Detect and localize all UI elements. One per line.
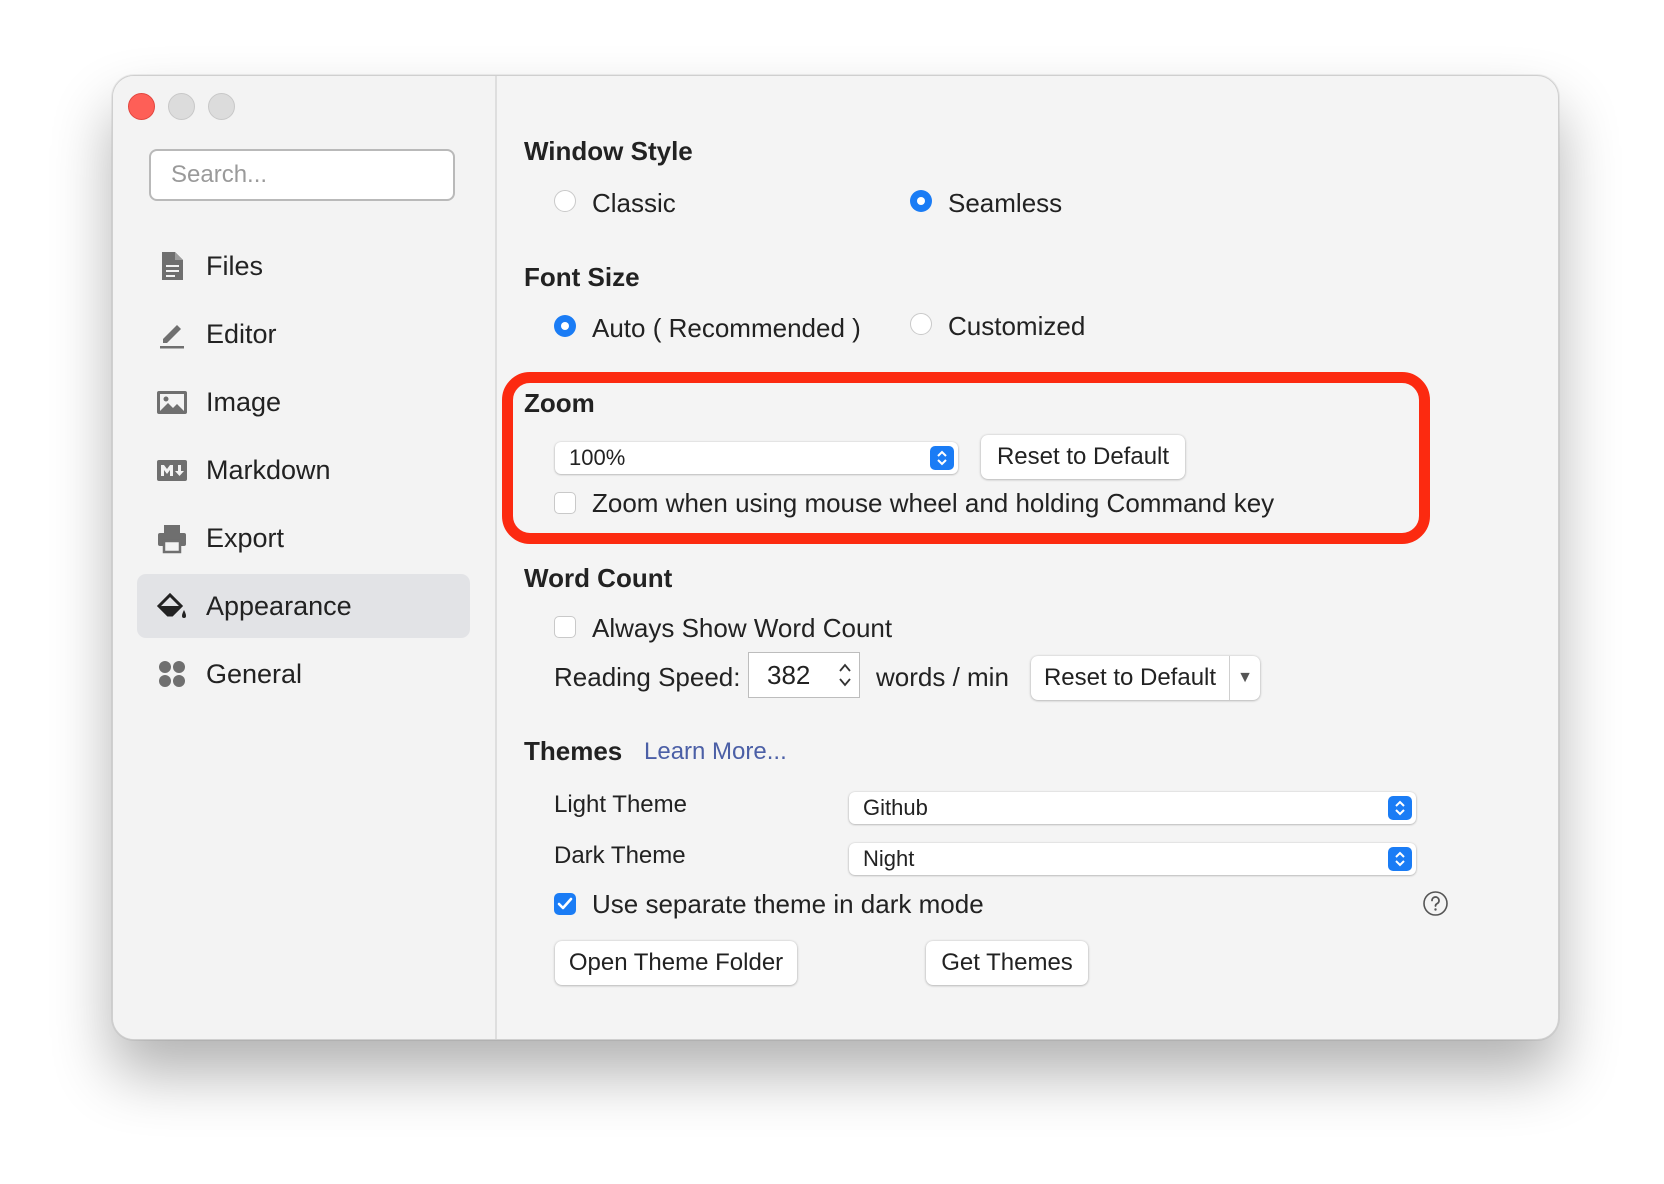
font-size-heading: Font Size	[524, 262, 640, 292]
chevron-updown-icon	[1388, 796, 1412, 820]
reading-speed-stepper[interactable]: 382	[748, 652, 860, 698]
radio-customized[interactable]	[910, 313, 932, 335]
radio-auto-label: Auto ( Recommended )	[592, 313, 861, 343]
search-input[interactable]	[149, 149, 455, 201]
sidebar-item-label: Files	[206, 250, 264, 281]
dark-theme-value: Night	[863, 846, 915, 871]
file-icon	[155, 249, 189, 283]
word-count-reset-button[interactable]: Reset to Default ▼	[1031, 656, 1260, 700]
words-per-min-label: words / min	[876, 662, 1009, 692]
light-theme-label: Light Theme	[554, 791, 687, 818]
sidebar-item-editor[interactable]: Editor	[137, 302, 470, 366]
paint-bucket-icon	[155, 589, 189, 623]
window-style-heading: Window Style	[524, 136, 693, 166]
help-icon[interactable]	[1422, 890, 1449, 917]
learn-more-link[interactable]: Learn More...	[644, 738, 787, 766]
sidebar-item-general[interactable]: General	[137, 642, 470, 706]
sidebar: Files Editor Image Markdown Export	[113, 76, 497, 1039]
preferences-window: Files Editor Image Markdown Export	[112, 75, 1559, 1040]
word-count-heading: Word Count	[524, 563, 673, 593]
sidebar-item-label: Export	[206, 522, 285, 553]
image-icon	[155, 385, 189, 419]
radio-seamless-label: Seamless	[948, 188, 1063, 218]
pencil-icon	[155, 317, 189, 351]
open-theme-folder-button[interactable]: Open Theme Folder	[555, 941, 797, 985]
sidebar-item-label: General	[206, 658, 303, 689]
printer-icon	[155, 521, 189, 555]
sidebar-item-files[interactable]: Files	[137, 234, 470, 298]
light-theme-select[interactable]: Github	[849, 792, 1416, 824]
reading-speed-label: Reading Speed:	[554, 662, 741, 692]
radio-seamless[interactable]	[910, 190, 932, 212]
sidebar-item-label: Markdown	[206, 454, 331, 485]
light-theme-value: Github	[863, 795, 928, 820]
always-show-word-count-label: Always Show Word Count	[592, 613, 893, 643]
reading-speed-value: 382	[767, 659, 811, 690]
get-themes-button[interactable]: Get Themes	[926, 941, 1088, 985]
radio-classic-label: Classic	[592, 188, 676, 218]
markdown-icon	[155, 453, 189, 487]
dark-theme-label: Dark Theme	[554, 842, 686, 869]
chevron-down-icon[interactable]: ▼	[1230, 669, 1260, 687]
word-count-reset-label: Reset to Default	[1043, 664, 1217, 691]
radio-auto[interactable]	[554, 315, 576, 337]
sidebar-item-export[interactable]: Export	[137, 506, 470, 570]
separate-dark-theme-checkbox[interactable]	[554, 893, 576, 915]
dark-theme-select[interactable]: Night	[849, 843, 1416, 875]
maximize-window-button[interactable]	[208, 93, 235, 120]
themes-heading: Themes	[524, 736, 623, 766]
grid-icon	[155, 657, 189, 691]
chevron-updown-icon	[1388, 847, 1412, 871]
appearance-panel: Window Style Classic Seamless Font Size …	[497, 76, 1558, 1039]
close-window-button[interactable]	[128, 93, 155, 120]
separate-dark-theme-label: Use separate theme in dark mode	[592, 889, 984, 919]
sidebar-item-image[interactable]: Image	[137, 370, 470, 434]
sidebar-item-label: Image	[206, 386, 282, 417]
minimize-window-button[interactable]	[168, 93, 195, 120]
sidebar-item-appearance[interactable]: Appearance	[137, 574, 470, 638]
radio-customized-label: Customized	[948, 311, 1086, 341]
radio-classic[interactable]	[554, 190, 576, 212]
always-show-word-count-checkbox[interactable]	[554, 616, 576, 638]
sidebar-item-label: Appearance	[206, 590, 352, 621]
checkmark-icon	[557, 897, 573, 910]
sidebar-item-markdown[interactable]: Markdown	[137, 438, 470, 502]
stepper-arrows-icon[interactable]	[837, 659, 853, 691]
zoom-section-highlight	[502, 372, 1430, 544]
sidebar-item-label: Editor	[206, 318, 277, 349]
